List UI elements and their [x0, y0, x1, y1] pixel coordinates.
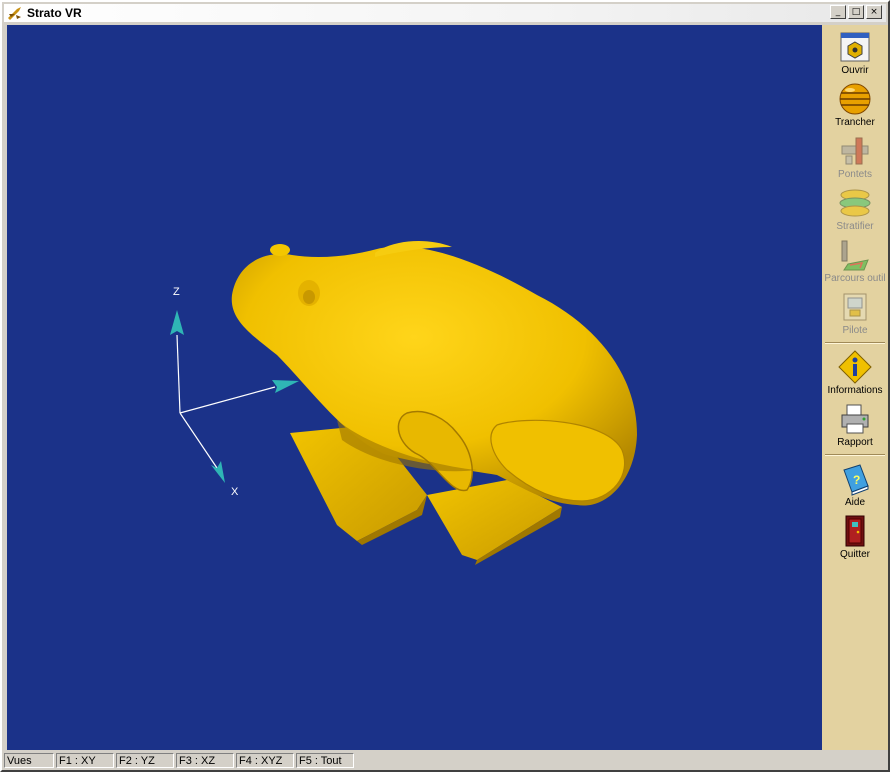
minimize-icon: _: [835, 6, 841, 17]
status-view-all[interactable]: F5 : Tout: [296, 752, 354, 768]
toolbar-toolpath-button[interactable]: Parcours outil: [822, 235, 888, 287]
toolbar-driver-button[interactable]: Pilote: [822, 287, 888, 339]
toolpath-icon: [841, 240, 869, 271]
exit-door-icon: [845, 515, 865, 547]
status-view-xyz[interactable]: F4 : XYZ: [236, 752, 294, 768]
toolbar-open-label: Ouvrir: [841, 65, 869, 76]
toolbar-separator: [825, 454, 885, 456]
z-axis-arrow: [170, 310, 184, 335]
toolbar-quit-label: Quitter: [839, 549, 870, 560]
x-axis-label: X: [231, 486, 239, 498]
status-bar: Vues F1 : XY F2 : YZ F3 : XZ F4 : XYZ F5…: [4, 750, 886, 770]
toolbar-slice-button[interactable]: Trancher: [822, 79, 888, 131]
info-icon: [838, 350, 872, 384]
x-axis-line: [179, 412, 218, 469]
close-icon: ×: [870, 6, 878, 17]
toolbar-quit-button[interactable]: Quitter: [822, 511, 888, 563]
z-axis-label: Z: [173, 286, 180, 298]
right-toolbar: Ouvrir Trancher Pontets Stratifier Parco…: [822, 25, 888, 750]
toolbar-report-label: Rapport: [837, 437, 873, 448]
help-book-icon: ?: [843, 464, 869, 496]
z-axis-line: [176, 334, 181, 414]
minimize-button[interactable]: _: [830, 5, 846, 19]
toolbar-driver-label: Pilote: [842, 325, 868, 336]
app-window: Strato VR _ □ × Z X Ouvrir Trancher Pont…: [0, 0, 890, 772]
toolbar-open-button[interactable]: Ouvrir: [822, 27, 888, 79]
toolbar-stratify-label: Stratifier: [836, 221, 874, 232]
toolbar-help-button[interactable]: ? Aide: [822, 459, 888, 511]
viewport-canvas[interactable]: Z Y X: [7, 25, 822, 750]
machine-driver-icon: [843, 293, 867, 321]
title-bar[interactable]: Strato VR _ □ ×: [4, 4, 886, 22]
toolbar-separator: [825, 342, 885, 344]
svg-text:?: ?: [853, 473, 860, 487]
open-file-icon: [840, 32, 870, 62]
toolbar-help-label: Aide: [844, 497, 865, 508]
frog-3d-model[interactable]: [231, 241, 637, 565]
toolbar-report-button[interactable]: Rapport: [822, 399, 888, 451]
toolbar-bridges-button[interactable]: Pontets: [822, 131, 888, 183]
maximize-button[interactable]: □: [848, 5, 864, 19]
app-logo-icon: [8, 7, 21, 20]
close-button[interactable]: ×: [866, 5, 882, 19]
status-view-xz[interactable]: F3 : XZ: [176, 752, 234, 768]
window-title: Strato VR: [27, 6, 82, 20]
toolbar-stratify-button[interactable]: Stratifier: [822, 183, 888, 235]
status-view-yz[interactable]: F2 : YZ: [116, 752, 174, 768]
3d-viewport[interactable]: Z Y X: [7, 25, 822, 750]
maximize-icon: □: [851, 6, 861, 17]
y-axis-line: [179, 386, 276, 414]
status-views-label: Vues: [4, 752, 54, 768]
window-controls: _ □ ×: [828, 5, 882, 19]
status-view-xy[interactable]: F1 : XY: [56, 752, 114, 768]
slice-sphere-icon: [839, 83, 871, 115]
bridges-icon: [841, 137, 869, 165]
printer-icon: [841, 404, 869, 434]
x-axis-arrow: [211, 461, 225, 483]
toolbar-toolpath-label: Parcours outil: [824, 273, 886, 284]
toolbar-info-button[interactable]: Informations: [822, 347, 888, 399]
y-axis-arrow: [272, 380, 299, 393]
stratify-icon: [839, 189, 871, 217]
toolbar-info-label: Informations: [827, 385, 883, 396]
toolbar-slice-label: Trancher: [835, 117, 875, 128]
toolbar-bridges-label: Pontets: [838, 169, 872, 180]
